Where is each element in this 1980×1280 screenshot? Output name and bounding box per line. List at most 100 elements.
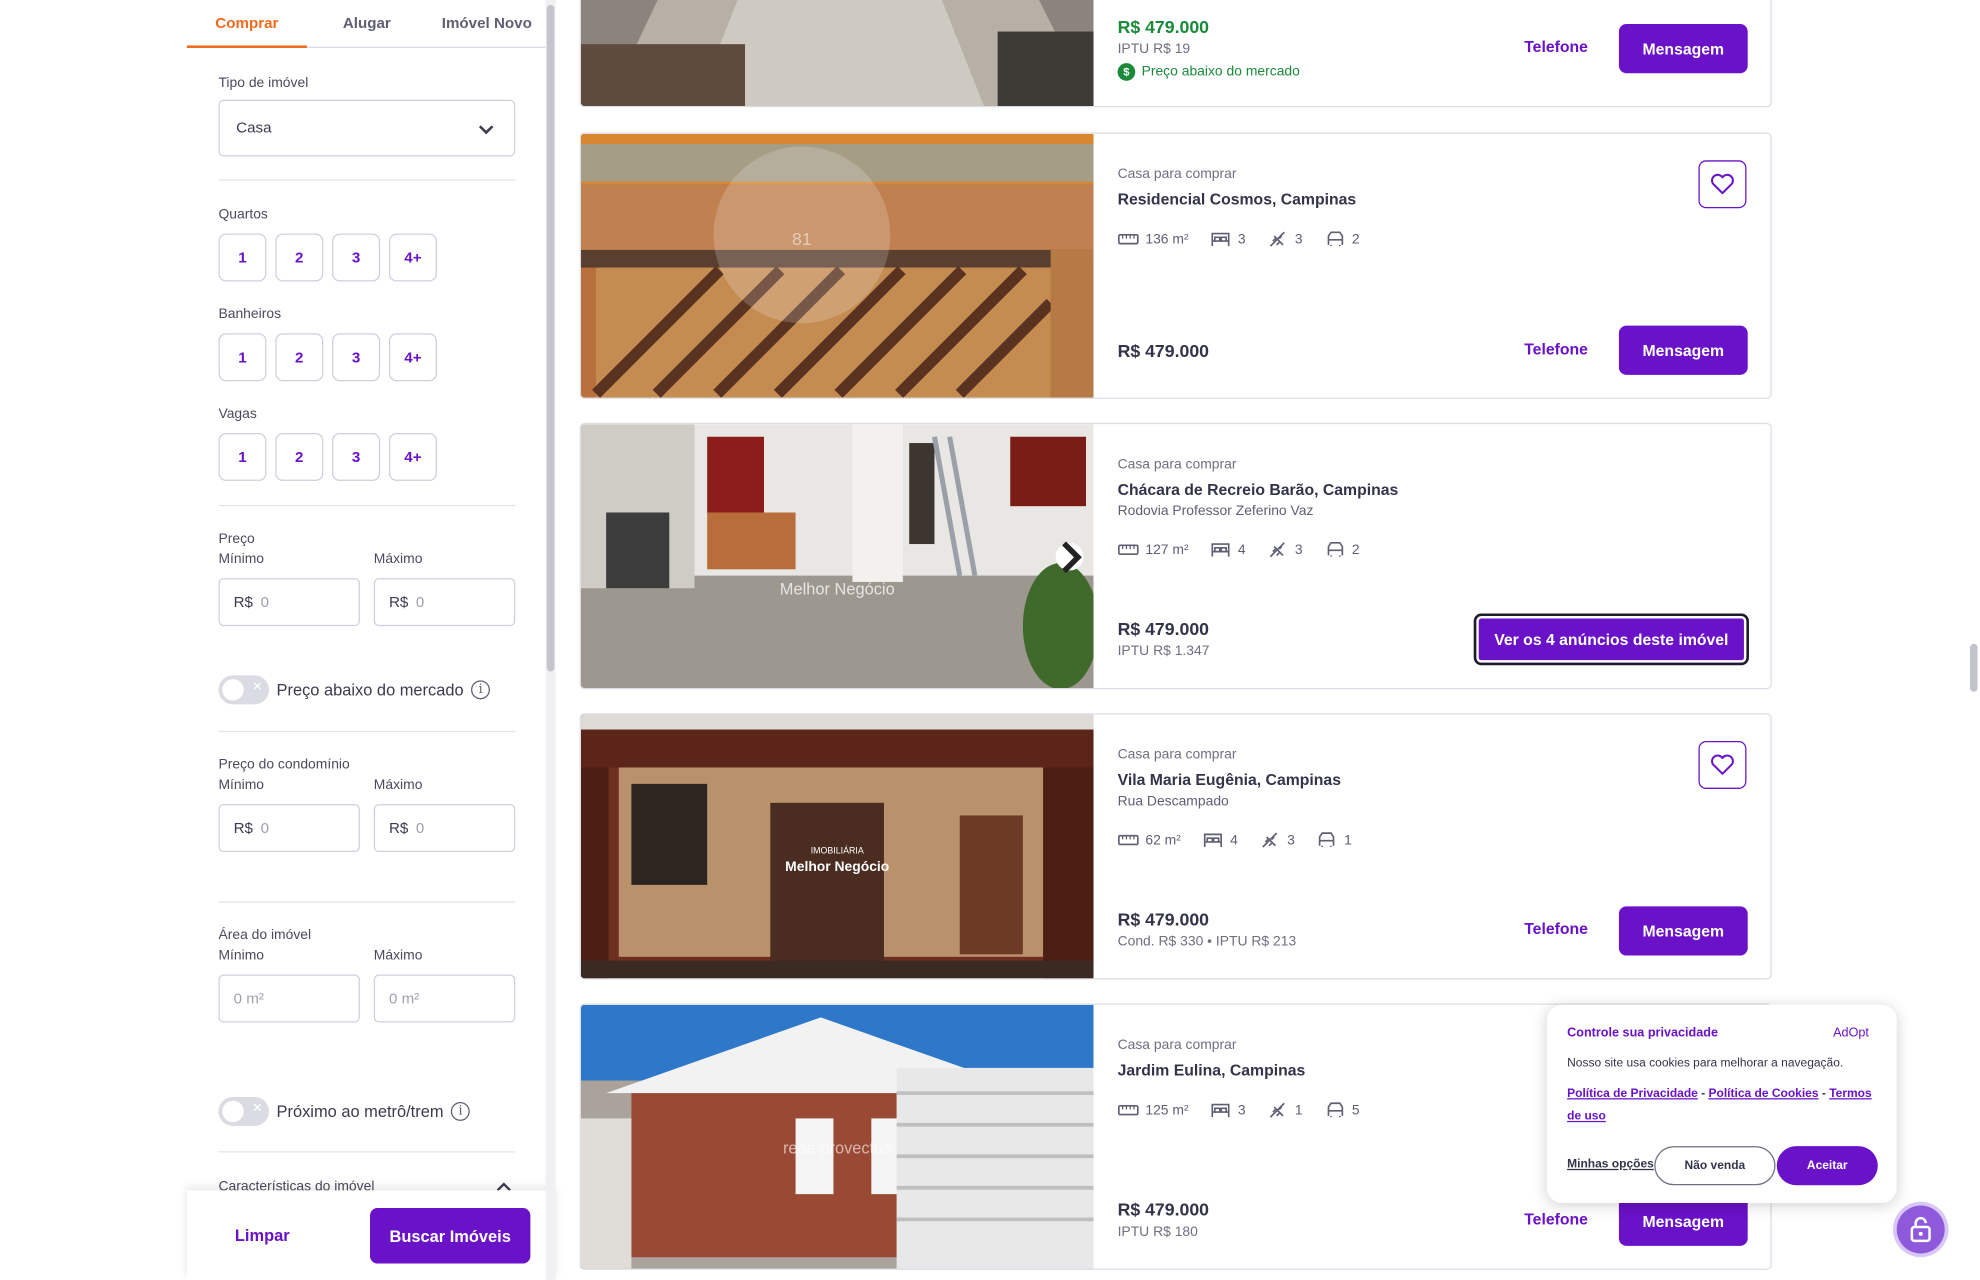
tab-comprar[interactable]: Comprar [186, 0, 307, 48]
message-button[interactable]: Mensagem [1618, 23, 1748, 74]
divider [218, 901, 516, 903]
tab-imovel-novo[interactable]: Imóvel Novo [427, 0, 547, 47]
feature-bathrooms-value: 3 [1294, 231, 1303, 247]
currency-prefix: R$ [233, 593, 253, 611]
currency-prefix: R$ [388, 819, 409, 837]
listing-body: Casa para comprar Vila Maria Eugênia, Ca… [1094, 714, 1771, 978]
clear-filters-button[interactable]: Limpar [235, 1226, 290, 1245]
photo-white-gate-house: rede provectus [580, 1004, 1094, 1269]
listing-card[interactable]: 81 Casa para comprar Residencial Cosmos,… [579, 132, 1772, 399]
listing-location[interactable]: Jardim Eulina, Campinas [1118, 1062, 1306, 1080]
near-transit-label: Próximo ao metrô/trem [276, 1101, 444, 1121]
property-type-select[interactable]: Casa [218, 99, 516, 157]
info-icon[interactable]: i [451, 1101, 471, 1121]
listing-location[interactable]: Chácara de Recreio Barão, Campinas [1118, 481, 1399, 499]
bathrooms-option-4plus[interactable]: 4+ [388, 333, 437, 382]
listing-photo[interactable] [580, 0, 1094, 107]
privacy-policy-link[interactable]: Política de Privacidade [1567, 1087, 1698, 1101]
tab-alugar[interactable]: Alugar [307, 0, 427, 47]
feature-area-value: 127 m² [1145, 542, 1189, 558]
cookie-policy-links: Política de Privacidade - Política de Co… [1567, 1083, 1880, 1128]
bed-icon [1211, 543, 1230, 557]
phone-button[interactable]: Telefone [1524, 920, 1588, 938]
area-max-placeholder: 0 m² [388, 989, 420, 1008]
bathrooms-option-3[interactable]: 3 [332, 333, 381, 382]
feature-area: 136 m² [1118, 231, 1189, 247]
phone-button[interactable]: Telefone [1524, 38, 1588, 56]
price-min-input[interactable]: R$ 0 [218, 578, 360, 627]
condo-min-label: Mínimo [218, 777, 265, 793]
decline-sale-button[interactable]: Não venda [1654, 1146, 1776, 1186]
bedrooms-option-2[interactable]: 2 [275, 233, 324, 282]
price-label: Preço [218, 531, 255, 547]
feature-parking-value: 1 [1344, 832, 1352, 848]
price-max-input[interactable]: R$ 0 [373, 578, 516, 627]
area-min-input[interactable]: 0 m² [218, 974, 360, 1023]
feature-area: 125 m² [1118, 1102, 1189, 1118]
bed-icon [1204, 833, 1223, 848]
parking-option-1[interactable]: 1 [218, 432, 267, 481]
feature-parking: 2 [1324, 541, 1360, 558]
accept-cookies-button[interactable]: Aceitar [1776, 1146, 1878, 1186]
chevron-down-icon [478, 125, 494, 135]
parking-option-3[interactable]: 3 [332, 432, 381, 481]
bathrooms-option-1[interactable]: 1 [218, 333, 267, 382]
listing-card[interactable]: IMOBILIÁRIA Melhor Negócio Casa para com… [579, 713, 1772, 980]
listing-type: Casa para comprar [1117, 1037, 1237, 1053]
feature-bedrooms: 3 [1210, 231, 1246, 247]
message-button[interactable]: Mensagem [1618, 325, 1748, 375]
favorite-button[interactable] [1698, 740, 1747, 789]
photo-watermark: 81 [792, 229, 812, 249]
page-scrollbar-thumb[interactable] [1969, 643, 1978, 692]
my-options-link[interactable]: Minhas opções [1567, 1158, 1654, 1172]
listing-photo[interactable]: Melhor Negócio [580, 424, 1094, 688]
condo-max-input[interactable]: R$ 0 [373, 804, 516, 853]
sidebar-scrollbar-thumb[interactable] [546, 5, 555, 672]
listing-card[interactable]: Melhor Negócio Casa para comprar Chácara… [579, 422, 1772, 690]
message-button[interactable]: Mensagem [1618, 906, 1748, 956]
photo-watermark: Melhor Negócio [785, 858, 889, 874]
view-all-ads-button[interactable]: Ver os 4 anúncios deste imóvel [1473, 613, 1749, 666]
phone-button[interactable]: Telefone [1524, 1211, 1588, 1229]
favorite-button[interactable] [1698, 160, 1747, 209]
listing-location[interactable]: Vila Maria Eugênia, Campinas [1118, 771, 1341, 789]
car-icon [1327, 1102, 1343, 1118]
listing-location[interactable]: Residencial Cosmos, Campinas [1118, 191, 1357, 209]
listing-card[interactable]: R$ 479.000 IPTU R$ 19 $ Preço abaixo do … [579, 0, 1772, 108]
next-photo-button[interactable] [1055, 540, 1084, 573]
listing-photo[interactable]: rede provectus [580, 1004, 1094, 1269]
bedrooms-option-3[interactable]: 3 [332, 233, 381, 282]
listing-photo[interactable]: IMOBILIÁRIA Melhor Negócio [580, 714, 1094, 979]
near-transit-toggle[interactable]: ✕ [218, 1096, 269, 1126]
x-icon: ✕ [252, 1101, 263, 1116]
below-market-toggle[interactable]: ✕ [218, 675, 269, 705]
below-market-tag: $ Preço abaixo do mercado [1117, 63, 1300, 81]
parking-option-4plus[interactable]: 4+ [388, 432, 437, 481]
feature-bedrooms-value: 3 [1237, 231, 1246, 247]
feature-bedrooms: 4 [1210, 542, 1246, 558]
area-min-placeholder: 0 m² [233, 989, 264, 1008]
car-icon [1327, 541, 1343, 557]
phone-button[interactable]: Telefone [1524, 341, 1588, 359]
bedrooms-option-4plus[interactable]: 4+ [388, 233, 437, 282]
listing-photo[interactable]: 81 [580, 133, 1094, 398]
bathrooms-option-2[interactable]: 2 [275, 333, 324, 382]
listing-features: 136 m² 3 3 2 [1118, 231, 1381, 247]
cookie-banner-brand[interactable]: AdOpt [1833, 1026, 1869, 1040]
listing-price: R$ 479.000 [1117, 16, 1210, 37]
search-properties-button[interactable]: Buscar Imóveis [370, 1208, 531, 1264]
feature-bathrooms-value: 1 [1294, 1102, 1303, 1118]
condo-min-input[interactable]: R$ 0 [218, 804, 360, 853]
info-icon[interactable]: i [471, 680, 491, 700]
heart-icon [1711, 173, 1734, 195]
cookie-policy-link[interactable]: Política de Cookies [1709, 1087, 1819, 1101]
photo-gate-facade: 81 [580, 133, 1094, 398]
feature-bathrooms-value: 3 [1287, 832, 1295, 848]
bedrooms-option-1[interactable]: 1 [218, 233, 267, 282]
unlock-icon [1910, 1216, 1931, 1243]
privacy-settings-button[interactable] [1896, 1205, 1945, 1254]
message-button[interactable]: Mensagem [1618, 1196, 1748, 1246]
area-max-input[interactable]: 0 m² [373, 974, 516, 1023]
parking-option-2[interactable]: 2 [275, 432, 324, 481]
photo-floor-tiles [580, 0, 1094, 107]
